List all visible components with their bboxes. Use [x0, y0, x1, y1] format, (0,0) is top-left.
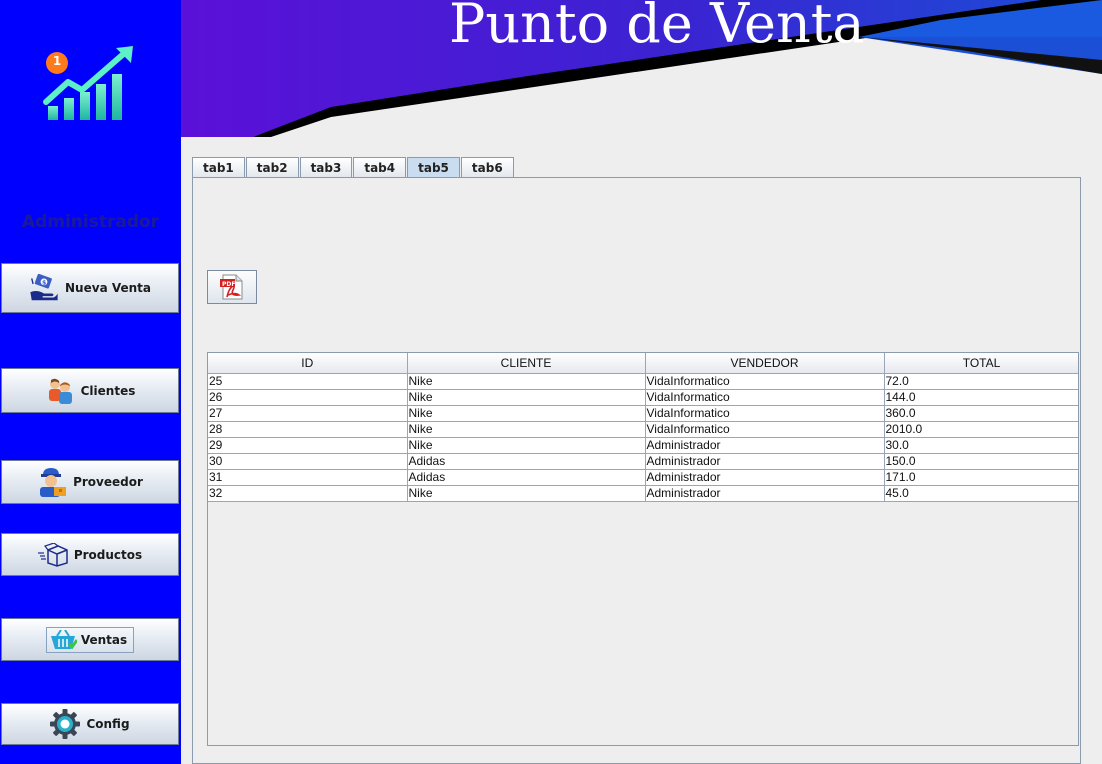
clientes-button[interactable]: Clientes [1, 368, 179, 413]
cell-id: 26 [208, 389, 408, 406]
cell-cliente: Nike [407, 373, 646, 390]
user-role-label: Administrador [21, 212, 160, 232]
pdf-icon-text: PDF [222, 281, 236, 288]
column-header-id[interactable]: ID [208, 353, 408, 374]
cell-vendedor: VidaInformatico [645, 405, 885, 422]
cell-vendedor: Administrador [645, 437, 885, 454]
nueva-venta-button[interactable]: $ Nueva Venta [1, 263, 179, 313]
cell-cliente: Nike [407, 437, 646, 454]
tab-3[interactable]: tab3 [299, 157, 353, 177]
box-icon [37, 540, 68, 570]
cell-total: 45.0 [884, 485, 1078, 502]
sales-table: ID CLIENTE VENDEDOR TOTAL 25 Nike VidaIn… [207, 352, 1079, 746]
clientes-label: Clientes [80, 383, 136, 398]
cell-id: 25 [208, 373, 408, 390]
notification-badge: 1 [52, 54, 62, 68]
productos-label: Productos [73, 547, 143, 562]
cell-cliente: Adidas [407, 453, 646, 470]
sidebar: 1 Administrador $ Nueva Venta Clientes P… [0, 0, 181, 764]
cell-total: 171.0 [884, 469, 1078, 486]
column-header-vendedor[interactable]: VENDEDOR [645, 353, 885, 374]
table-row[interactable]: 30 Adidas Administrador 150.0 [208, 453, 1078, 470]
cell-total: 150.0 [884, 453, 1078, 470]
cell-total: 72.0 [884, 373, 1078, 390]
svg-text:$: $ [42, 280, 46, 287]
cell-total: 2010.0 [884, 421, 1078, 438]
proveedor-button[interactable]: Proveedor [1, 460, 179, 504]
cell-id: 27 [208, 405, 408, 422]
table-row[interactable]: 26 Nike VidaInformatico 144.0 [208, 389, 1078, 406]
delivery-man-icon [37, 467, 67, 497]
column-header-total[interactable]: TOTAL [884, 353, 1078, 374]
tab-1[interactable]: tab1 [192, 157, 245, 177]
sales-growth-logo-icon: 1 [40, 44, 140, 128]
cell-cliente: Nike [407, 421, 646, 438]
cell-vendedor: VidaInformatico [645, 389, 885, 406]
ventas-label: Ventas [80, 632, 128, 647]
ventas-button[interactable]: Ventas [1, 618, 179, 661]
cell-total: 30.0 [884, 437, 1078, 454]
table-row[interactable]: 29 Nike Administrador 30.0 [208, 437, 1078, 454]
config-button[interactable]: Config [1, 703, 179, 745]
productos-button[interactable]: Productos [1, 533, 179, 576]
table-row[interactable]: 27 Nike VidaInformatico 360.0 [208, 405, 1078, 422]
cell-cliente: Nike [407, 405, 646, 422]
cell-vendedor: VidaInformatico [645, 373, 885, 390]
column-header-cliente[interactable]: CLIENTE [407, 353, 646, 374]
cell-id: 31 [208, 469, 408, 486]
nueva-venta-label: Nueva Venta [65, 281, 151, 295]
tab-5[interactable]: tab5 [407, 157, 460, 177]
cell-id: 29 [208, 437, 408, 454]
tab-4[interactable]: tab4 [353, 157, 407, 177]
tab-2[interactable]: tab2 [245, 157, 299, 177]
cell-id: 32 [208, 485, 408, 502]
cell-vendedor: Administrador [645, 485, 885, 502]
export-pdf-button[interactable]: PDF [207, 270, 257, 304]
header-banner: Punto de Venta [181, 0, 1102, 137]
cell-vendedor: VidaInformatico [645, 421, 885, 438]
config-label: Config [86, 717, 130, 731]
table-row[interactable]: 25 Nike VidaInformatico 72.0 [208, 373, 1078, 390]
ventas-focus-box: Ventas [45, 626, 135, 653]
cell-total: 360.0 [884, 405, 1078, 422]
cell-vendedor: Administrador [645, 453, 885, 470]
table-row[interactable]: 28 Nike VidaInformatico 2010.0 [208, 421, 1078, 438]
table-row[interactable]: 32 Nike Administrador 45.0 [208, 485, 1078, 502]
basket-icon [49, 629, 77, 650]
tab-6[interactable]: tab6 [460, 157, 514, 177]
cell-id: 28 [208, 421, 408, 438]
cell-cliente: Nike [407, 485, 646, 502]
cell-vendedor: Administrador [645, 469, 885, 486]
table-header-row: ID CLIENTE VENDEDOR TOTAL [208, 353, 1078, 374]
proveedor-label: Proveedor [73, 475, 143, 489]
people-icon [45, 376, 75, 406]
gear-icon [50, 709, 81, 739]
payment-hand-icon: $ [29, 273, 59, 303]
cell-id: 30 [208, 453, 408, 470]
tab-bar: tab1 tab2 tab3 tab4 tab5 tab6 [192, 157, 515, 178]
cell-cliente: Nike [407, 389, 646, 406]
cell-total: 144.0 [884, 389, 1078, 406]
cell-cliente: Adidas [407, 469, 646, 486]
table-row[interactable]: 31 Adidas Administrador 171.0 [208, 469, 1078, 486]
app-title: Punto de Venta [449, 0, 865, 55]
